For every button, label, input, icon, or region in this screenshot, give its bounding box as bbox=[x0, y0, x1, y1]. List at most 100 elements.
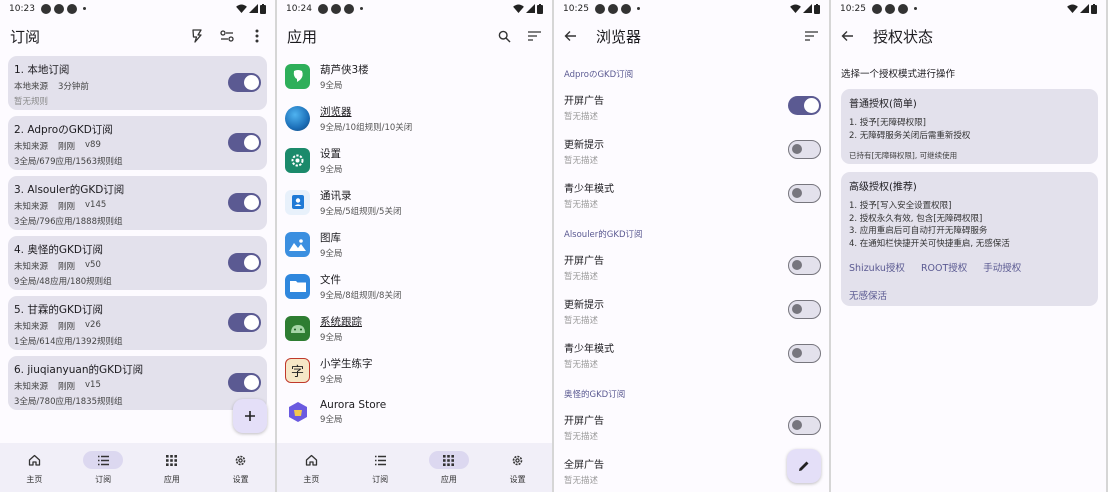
app-rule-summary: 9全局/5组规则/5关闭 bbox=[320, 206, 402, 217]
wifi-icon bbox=[513, 4, 524, 13]
rule-toggle[interactable] bbox=[788, 300, 821, 319]
rule-toggle[interactable] bbox=[788, 416, 821, 435]
more-vert-icon[interactable] bbox=[249, 28, 265, 44]
rule-item[interactable]: 更新提示 暂无描述 bbox=[564, 296, 822, 328]
rule-toggle[interactable] bbox=[788, 140, 821, 159]
app-list-item[interactable]: 葫芦侠3楼 9全局 bbox=[285, 56, 545, 96]
status-bar: 10:25 bbox=[831, 0, 1106, 17]
rule-toggle[interactable] bbox=[788, 96, 821, 115]
rule-item[interactable]: 全屏广告 暂无描述 bbox=[564, 456, 822, 488]
subscription-name: 1. 本地订阅 bbox=[14, 64, 70, 76]
subscription-version: v145 bbox=[85, 200, 107, 210]
rule-toggle[interactable] bbox=[788, 344, 821, 363]
battery-icon bbox=[260, 3, 266, 14]
rule-item[interactable]: 青少年模式 暂无描述 bbox=[564, 180, 822, 212]
app-list-item[interactable]: 图库 9全局 bbox=[285, 224, 545, 264]
wifi-icon bbox=[236, 4, 247, 13]
rule-toggle[interactable] bbox=[788, 256, 821, 275]
subscription-card[interactable]: 4. 奥怪的GKD订阅 未知来源 刚刚 v50 9全局/48应用/180规则组 bbox=[8, 236, 267, 290]
nav-label: 订阅 bbox=[95, 475, 112, 484]
subscription-source: 本地来源 bbox=[14, 82, 49, 92]
subscription-card[interactable]: 3. Alsouler的GKD订阅 未知来源 刚刚 v145 3全局/796应用/1… bbox=[8, 176, 267, 230]
auth-prompt: 选择一个授权模式进行操作 bbox=[841, 69, 956, 80]
nav-item-subscriptions[interactable]: 订阅 bbox=[69, 443, 138, 492]
subscription-card[interactable]: 6. jiuqianyuan的GKD订阅 未知来源 刚刚 v15 3全局/780应用… bbox=[8, 356, 267, 410]
rule-name: 开屏广告 bbox=[564, 416, 604, 427]
app-list-item[interactable]: 文件 9全局/8组规则/8关闭 bbox=[285, 266, 545, 306]
sort-icon[interactable] bbox=[803, 28, 819, 44]
rule-item[interactable]: 更新提示 暂无描述 bbox=[564, 136, 822, 168]
nav-item-settings[interactable]: 设置 bbox=[206, 443, 275, 492]
subscription-card[interactable]: 5. 甘霖的GKD订阅 未知来源 刚刚 v26 1全局/614应用/1392规则组 bbox=[8, 296, 267, 350]
subscription-version: v26 bbox=[85, 320, 101, 330]
nav-item-subscriptions[interactable]: 订阅 bbox=[346, 443, 415, 492]
rule-item[interactable]: 开屏广告 暂无描述 bbox=[564, 252, 822, 284]
shizuku-auth-button[interactable]: Shizuku授权 bbox=[849, 260, 905, 274]
app-list-item[interactable]: 通讯录 9全局/5组规则/5关闭 bbox=[285, 182, 545, 222]
subscription-stats: 1全局/614应用/1392规则组 bbox=[14, 337, 123, 347]
notification-icon bbox=[66, 3, 77, 14]
gallery-icon bbox=[285, 231, 310, 257]
edit-icon bbox=[799, 461, 809, 471]
nav-item-home[interactable]: 主页 bbox=[277, 443, 346, 492]
battery-icon bbox=[537, 3, 543, 14]
home-icon bbox=[305, 454, 318, 466]
sort-icon[interactable] bbox=[526, 28, 542, 44]
rule-item[interactable]: 开屏广告 暂无描述 bbox=[564, 412, 822, 444]
subscription-card[interactable]: 2. AdproのGKD订阅 未知来源 刚刚 v89 3全局/679应用/1563规… bbox=[8, 116, 267, 170]
nav-item-apps[interactable]: 应用 bbox=[138, 443, 207, 492]
signal-icon bbox=[1080, 4, 1089, 13]
add-subscription-button[interactable] bbox=[233, 399, 267, 433]
top-app-bar: 授权状态 bbox=[831, 17, 1106, 55]
contacts-icon bbox=[285, 189, 310, 215]
bottom-nav: 主页 订阅 应用 设置 bbox=[0, 443, 275, 492]
nav-label: 应用 bbox=[440, 475, 457, 484]
subscription-toggle[interactable] bbox=[228, 313, 261, 332]
signal-icon bbox=[526, 4, 535, 13]
subscription-stats: 3全局/780应用/1835规则组 bbox=[14, 397, 123, 407]
subscription-source: 未知来源 bbox=[14, 202, 49, 212]
back-arrow-icon[interactable] bbox=[841, 27, 859, 45]
app-list-item[interactable]: 设置 9全局 bbox=[285, 140, 545, 180]
nav-item-home[interactable]: 主页 bbox=[0, 443, 69, 492]
subscription-toggle[interactable] bbox=[228, 73, 261, 92]
rule-item[interactable]: 青少年模式 暂无描述 bbox=[564, 340, 822, 372]
subscription-card[interactable]: 1. 本地订阅 本地来源 3分钟前 暂无规则 bbox=[8, 56, 267, 110]
rule-desc: 暂无描述 bbox=[564, 200, 599, 210]
app-list-item[interactable]: Aurora Store 9全局 bbox=[285, 392, 545, 432]
huluxia-icon bbox=[285, 63, 310, 89]
more-notifications-icon bbox=[913, 7, 917, 10]
advanced-auth-card: 高级授权(推荐) 1. 授予[写入安全设置权限] 2. 授权永久有效, 包含[无… bbox=[841, 172, 1098, 306]
sliders-icon[interactable] bbox=[219, 28, 235, 44]
rule-item[interactable]: 开屏广告 暂无描述 bbox=[564, 92, 822, 124]
app-list-item[interactable]: 浏览器 9全局/10组规则/10关闭 bbox=[285, 98, 545, 138]
notification-icon bbox=[53, 3, 64, 14]
root-auth-button[interactable]: ROOT授权 bbox=[921, 260, 967, 274]
rule-name: 更新提示 bbox=[564, 300, 604, 311]
auth-item: 4. 在通知栏快捷开关可快捷重启, 无感保活 bbox=[849, 238, 1010, 249]
auth-note: 已持有[无障碍权限], 可继续使用 bbox=[849, 151, 958, 160]
subscription-toggle[interactable] bbox=[228, 253, 261, 272]
nav-item-apps[interactable]: 应用 bbox=[415, 443, 484, 492]
app-list-item[interactable]: 字 小学生练字 9全局 bbox=[285, 350, 545, 390]
subscription-toggle[interactable] bbox=[228, 373, 261, 392]
subscription-toggle[interactable] bbox=[228, 133, 261, 152]
search-icon[interactable] bbox=[496, 28, 512, 44]
app-list-item[interactable]: 系统跟踪 9全局 bbox=[285, 308, 545, 348]
edit-button[interactable] bbox=[787, 449, 821, 483]
manual-auth-button[interactable]: 手动授权 bbox=[983, 260, 1021, 274]
back-arrow-icon[interactable] bbox=[564, 27, 582, 45]
rule-group-title: Alsouler的GKD订阅 bbox=[564, 230, 643, 240]
nav-label: 订阅 bbox=[372, 475, 389, 484]
flash-icon[interactable] bbox=[189, 28, 205, 44]
subscription-toggle[interactable] bbox=[228, 193, 261, 212]
rule-toggle[interactable] bbox=[788, 184, 821, 203]
app-rules-screen: 10:25 浏览器 AdproのGKD订阅 开屏广告 暂无描述 更新提示 暂无描… bbox=[554, 0, 829, 492]
keep-alive-button[interactable]: 无感保活 bbox=[849, 288, 1090, 302]
gear-icon bbox=[512, 455, 523, 465]
rule-desc: 暂无描述 bbox=[564, 112, 599, 122]
normal-auth-card: 普通授权(简单) 1. 授予[无障碍权限] 2. 无障碍服务关闭后需重新授权 已… bbox=[841, 89, 1098, 164]
nav-item-settings[interactable]: 设置 bbox=[483, 443, 552, 492]
nav-label: 应用 bbox=[163, 475, 180, 484]
rule-name: 全屏广告 bbox=[564, 460, 604, 471]
